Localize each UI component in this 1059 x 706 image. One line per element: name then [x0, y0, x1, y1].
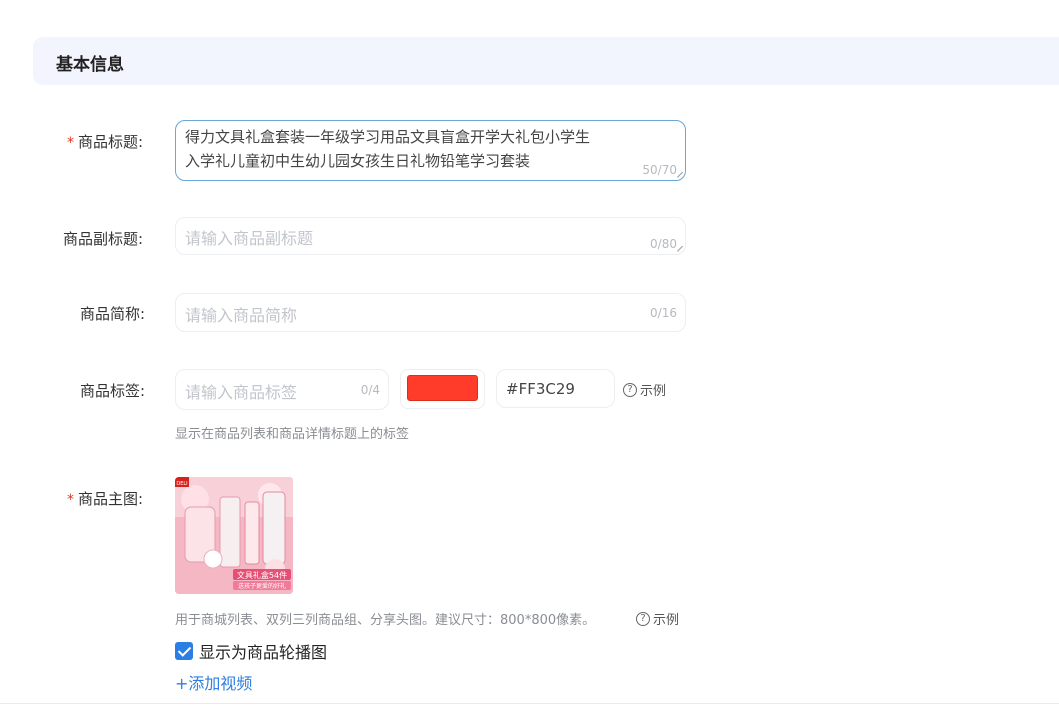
short-name-counter: 0/16 — [650, 306, 677, 320]
subtitle-placeholder: 请输入商品副标题 — [185, 229, 314, 248]
product-basic-info-form: 基本信息 * 商品标题: 得力文具礼盒套装一年级学习用品文具盲盒开学大礼包小学生 … — [0, 0, 1059, 706]
tag-color-hex-value: #FF3C29 — [506, 380, 575, 398]
required-mark: * — [67, 135, 74, 151]
short-name-placeholder: 请输入商品简称 — [185, 306, 298, 325]
carousel-checkbox-label: 显示为商品轮播图 — [199, 643, 328, 662]
title-counter: 50/70 — [642, 163, 677, 177]
divider — [0, 703, 1059, 704]
title-label: * 商品标题: — [67, 133, 144, 151]
main-image-example-link[interactable]: ? 示例 — [636, 609, 679, 628]
tag-label: 商品标签: — [80, 382, 146, 400]
thumb-caption: 文具礼盒54件 — [237, 570, 287, 580]
tag-color-hex-input[interactable]: #FF3C29 — [496, 369, 615, 408]
title-line-1: 得力文具礼盒套装一年级学习用品文具盲盒开学大礼包小学生 — [185, 128, 591, 146]
tag-color-swatch — [407, 375, 478, 401]
tag-input[interactable]: 请输入商品标签 0/4 — [175, 369, 389, 410]
main-image-hint: 用于商城列表、双列三列商品组、分享头图。建议尺寸：800*800像素。 — [175, 613, 596, 628]
tag-example-link[interactable]: ? 示例 — [623, 380, 666, 399]
carousel-checkbox-row[interactable]: 显示为商品轮播图 — [175, 639, 327, 663]
main-image-thumbnail[interactable]: DELI 文具礼盒54件 送孩子更爱的好礼 — [175, 477, 293, 594]
checkmark-icon[interactable] — [175, 642, 193, 660]
subtitle-textarea[interactable]: 请输入商品副标题 0/80 — [175, 217, 686, 255]
tag-hint: 显示在商品列表和商品详情标题上的标签 — [175, 427, 410, 442]
question-circle-icon: ? — [623, 382, 637, 397]
short-name-input[interactable]: 请输入商品简称 0/16 — [175, 293, 686, 332]
resize-grip-icon[interactable] — [677, 246, 683, 252]
tag-placeholder: 请输入商品标签 — [185, 383, 298, 402]
title-textarea[interactable]: 得力文具礼盒套装一年级学习用品文具盲盒开学大礼包小学生 入学礼儿童初中生幼儿园女… — [175, 120, 686, 181]
subtitle-counter: 0/80 — [650, 237, 677, 251]
add-video-link[interactable]: +添加视频 — [175, 670, 252, 694]
tag-color-picker[interactable] — [400, 369, 485, 409]
title-line-2: 入学礼儿童初中生幼儿园女孩生日礼物铅笔学习套装 — [185, 152, 531, 170]
main-image-label: * 商品主图: — [67, 490, 144, 508]
section-title: 基本信息 — [56, 55, 124, 75]
product-image-illustration: DELI 文具礼盒54件 送孩子更爱的好礼 — [175, 477, 293, 594]
section-header: 基本信息 — [33, 37, 1059, 85]
tag-counter: 0/4 — [360, 383, 380, 397]
question-circle-icon: ? — [636, 611, 650, 626]
resize-grip-icon[interactable] — [677, 172, 683, 178]
thumb-logo: DELI — [176, 481, 187, 487]
short-name-label: 商品简称: — [80, 305, 146, 323]
subtitle-label: 商品副标题: — [63, 230, 144, 248]
required-mark: * — [67, 492, 74, 508]
thumb-subcaption: 送孩子更爱的好礼 — [238, 582, 286, 590]
